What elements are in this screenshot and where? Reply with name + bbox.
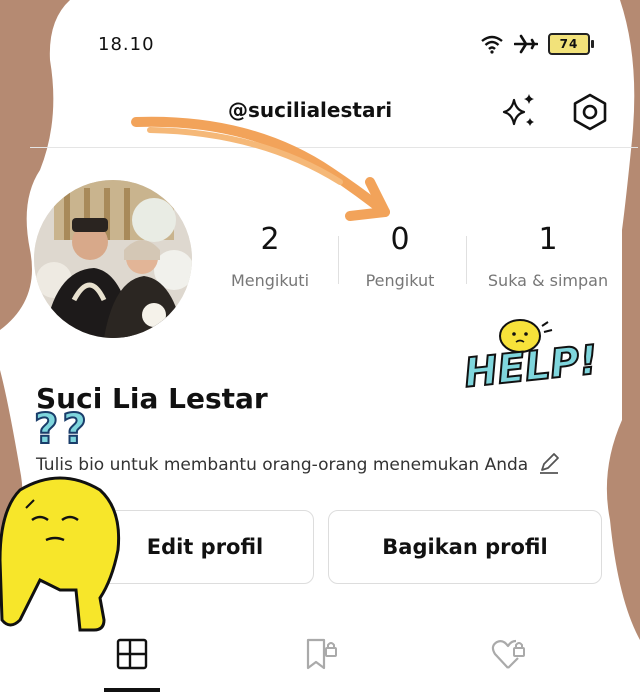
- share-profile-label: Bagikan profil: [382, 535, 548, 559]
- pencil-icon[interactable]: [538, 452, 560, 474]
- stat-label: Suka & simpan: [487, 271, 609, 290]
- grid-tab-icon[interactable]: [114, 636, 150, 672]
- help-sticker: HELP!: [461, 318, 601, 408]
- hexagon-gear-icon[interactable]: [570, 92, 610, 132]
- airplane-icon: [514, 34, 538, 54]
- share-profile-button[interactable]: Bagikan profil: [328, 510, 602, 584]
- yellow-blob-sticker: [0, 476, 121, 632]
- heart-lock-icon[interactable]: [490, 636, 526, 672]
- stat-value: 1: [538, 222, 558, 257]
- stat-label: Mengikuti: [230, 271, 310, 290]
- active-tab-indicator: [104, 688, 160, 692]
- stat-label: Pengikut: [365, 271, 435, 290]
- stat-value: 0: [390, 222, 410, 257]
- battery-indicator: 74: [548, 33, 594, 55]
- profile-avatar[interactable]: [34, 180, 192, 338]
- avatar-photo: [34, 180, 192, 338]
- sparkle-icon[interactable]: [500, 92, 538, 130]
- wifi-icon: [481, 35, 503, 54]
- edit-profile-label: Edit profil: [146, 535, 264, 559]
- bookmark-lock-icon[interactable]: [302, 636, 338, 672]
- profile-tab-bar: [0, 628, 640, 692]
- clock: 18.10: [98, 33, 155, 55]
- stat-divider: [466, 236, 467, 284]
- question-sticker: ??: [33, 403, 91, 454]
- status-bar: 18.10 74: [98, 30, 594, 58]
- stat-value: 2: [260, 222, 280, 257]
